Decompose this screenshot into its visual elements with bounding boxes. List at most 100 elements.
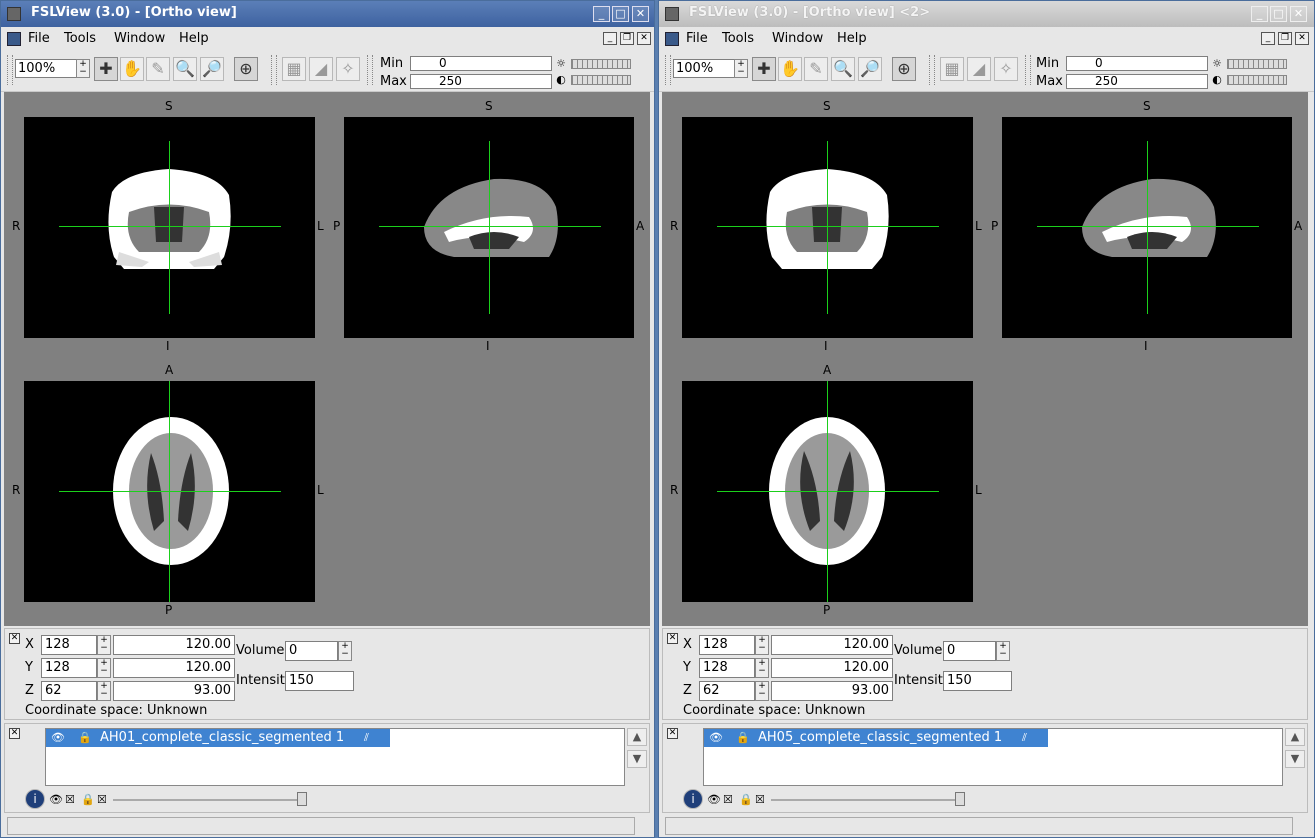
contrast-slider[interactable] (571, 75, 631, 85)
max-field[interactable]: 250 (410, 74, 552, 89)
volume-field[interactable]: 0 (943, 641, 996, 661)
fill-icon[interactable]: ◢ (967, 57, 991, 81)
zoom-in-icon[interactable]: 🔍 (173, 57, 197, 81)
mdi-restore-icon[interactable]: ❐ (1278, 32, 1292, 45)
toolbar-grip[interactable] (7, 55, 13, 85)
y-mm-field[interactable]: 120.00 (771, 658, 893, 678)
toolbar-grip[interactable] (665, 55, 671, 85)
x-mm-field[interactable]: 120.00 (113, 635, 235, 655)
sagittal-view[interactable] (344, 117, 634, 338)
min-field[interactable]: 0 (1066, 56, 1208, 71)
z-spinner[interactable]: + − (97, 681, 111, 701)
zoom-out-icon[interactable]: 🔎 (858, 57, 882, 81)
lock-icon[interactable]: 🔒 (81, 794, 95, 806)
minimize-icon[interactable]: _ (593, 6, 610, 22)
menu-tools[interactable]: Tools (722, 31, 754, 46)
layer-row[interactable]: 👁 🔒 AH05_complete_classic_segmented 1 ⫽ (704, 729, 1048, 747)
close-icon[interactable]: ✕ (9, 633, 20, 644)
crosshair-tool-icon[interactable]: ✚ (94, 57, 118, 81)
fill-icon[interactable]: ◢ (309, 57, 333, 81)
y-spinner[interactable]: + − (97, 658, 111, 678)
move-up-icon[interactable]: ▲ (1285, 728, 1305, 746)
axial-view[interactable] (24, 381, 315, 602)
move-up-icon[interactable]: ▲ (627, 728, 647, 746)
eye-icon[interactable]: 👁 (49, 794, 63, 806)
title-bar[interactable]: FSLView (3.0) - [Ortho view] _ □ ✕ (1, 1, 654, 27)
eye-icon[interactable]: 👁 (707, 794, 721, 806)
eye-icon[interactable]: 👁 (51, 732, 65, 744)
sagittal-view[interactable] (1002, 117, 1292, 338)
delete-icon[interactable]: ☒ (755, 794, 765, 806)
layer-row[interactable]: 👁 🔒 AH01_complete_classic_segmented 1 ⫽ (46, 729, 390, 747)
x-mm-field[interactable]: 120.00 (771, 635, 893, 655)
maximize-icon[interactable]: □ (612, 6, 629, 22)
min-field[interactable]: 0 (410, 56, 552, 71)
z-voxel-field[interactable]: 62 (41, 681, 97, 701)
y-spinner[interactable]: + − (755, 658, 769, 678)
pencil-icon[interactable]: ✎ (804, 57, 828, 81)
close-icon[interactable]: ✕ (667, 633, 678, 644)
close-icon[interactable]: ✕ (9, 728, 20, 739)
close-icon[interactable]: ✕ (1290, 6, 1307, 22)
opacity-slider-handle[interactable] (955, 792, 965, 806)
info-icon[interactable]: i (683, 789, 703, 809)
zoom-in-icon[interactable]: 🔍 (831, 57, 855, 81)
x-spinner[interactable]: + − (755, 635, 769, 655)
move-down-icon[interactable]: ▼ (627, 750, 647, 768)
brightness-slider[interactable] (571, 59, 631, 69)
zoom-spinner[interactable]: + − (76, 59, 90, 78)
z-mm-field[interactable]: 93.00 (771, 681, 893, 701)
coronal-view[interactable] (682, 117, 973, 338)
toolbar-grip-3[interactable] (1025, 55, 1031, 85)
cursor-target-icon[interactable]: ⊕ (892, 57, 916, 81)
max-field[interactable]: 250 (1066, 74, 1208, 89)
mdi-close-icon[interactable]: ✕ (637, 32, 651, 45)
pencil-icon[interactable]: ✎ (146, 57, 170, 81)
menu-help[interactable]: Help (179, 31, 209, 46)
toolbar-grip-3[interactable] (367, 55, 373, 85)
hand-pan-icon[interactable]: ✋ (120, 57, 144, 81)
move-down-icon[interactable]: ▼ (1285, 750, 1305, 768)
close-icon[interactable]: ✕ (667, 728, 678, 739)
delete-icon[interactable]: ☒ (97, 794, 107, 806)
x-voxel-field[interactable]: 128 (699, 635, 755, 655)
axial-view[interactable] (682, 381, 973, 602)
maximize-icon[interactable]: □ (1270, 6, 1287, 22)
y-voxel-field[interactable]: 128 (699, 658, 755, 678)
title-bar[interactable]: FSLView (3.0) - [Ortho view] <2> _ □ ✕ (659, 1, 1314, 27)
mdi-minimize-icon[interactable]: _ (603, 32, 617, 45)
z-spinner[interactable]: + − (755, 681, 769, 701)
brightness-slider[interactable] (1227, 59, 1287, 69)
mdi-minimize-icon[interactable]: _ (1261, 32, 1275, 45)
crosshair-tool-icon[interactable]: ✚ (752, 57, 776, 81)
remove-icon[interactable]: ☒ (65, 794, 75, 806)
volume-spinner[interactable]: + − (338, 641, 352, 661)
toolbar-grip-2[interactable] (929, 55, 935, 85)
lock-icon[interactable]: 🔒 (736, 732, 750, 744)
coronal-view[interactable] (24, 117, 315, 338)
magic-wand-icon[interactable]: ✧ (336, 57, 360, 81)
contrast-slider[interactable] (1227, 75, 1287, 85)
y-voxel-field[interactable]: 128 (41, 658, 97, 678)
mask-icon[interactable]: ▦ (940, 57, 964, 81)
zoom-out-icon[interactable]: 🔎 (200, 57, 224, 81)
menu-window[interactable]: Window (114, 31, 165, 46)
toolbar-grip-2[interactable] (271, 55, 277, 85)
x-spinner[interactable]: + − (97, 635, 111, 655)
menu-window[interactable]: Window (772, 31, 823, 46)
menu-help[interactable]: Help (837, 31, 867, 46)
mdi-restore-icon[interactable]: ❐ (620, 32, 634, 45)
remove-icon[interactable]: ☒ (723, 794, 733, 806)
menu-file[interactable]: File (686, 31, 708, 46)
mask-icon[interactable]: ▦ (282, 57, 306, 81)
zoom-spinner[interactable]: + − (734, 59, 748, 78)
layer-options-icon[interactable]: ⫽ (1022, 732, 1027, 744)
layer-list[interactable]: 👁 🔒 AH05_complete_classic_segmented 1 ⫽ (703, 728, 1283, 786)
opacity-slider-track[interactable] (113, 799, 305, 801)
opacity-slider-track[interactable] (771, 799, 963, 801)
lock-icon[interactable]: 🔒 (739, 794, 753, 806)
volume-field[interactable]: 0 (285, 641, 338, 661)
cursor-target-icon[interactable]: ⊕ (234, 57, 258, 81)
hand-pan-icon[interactable]: ✋ (778, 57, 802, 81)
magic-wand-icon[interactable]: ✧ (994, 57, 1018, 81)
